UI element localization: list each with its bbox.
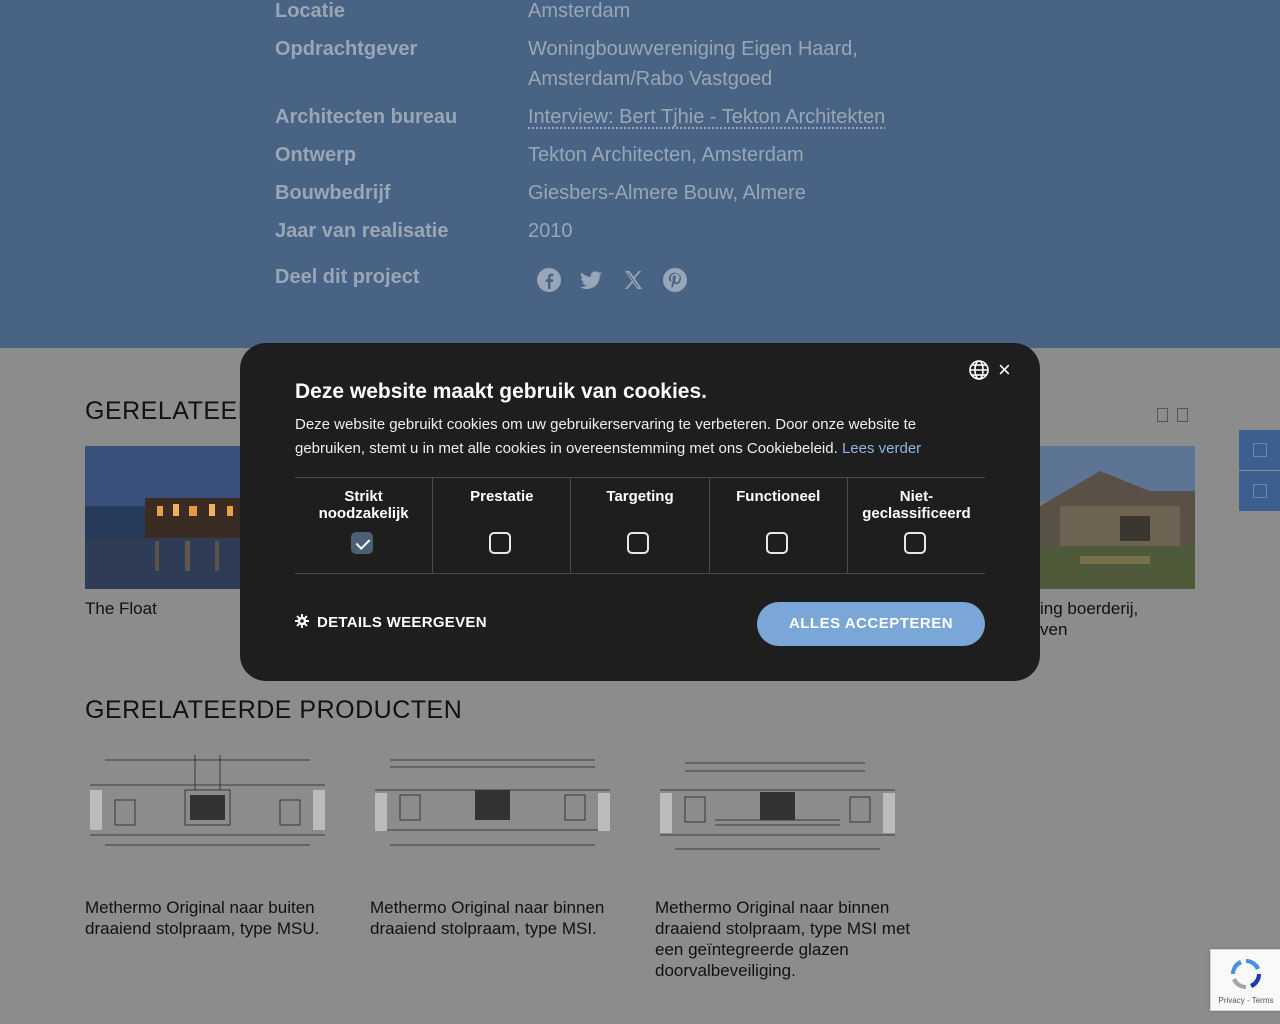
spec-label-bouwbedrijf: Bouwbedrijf <box>275 182 391 204</box>
product-drawing-msi[interactable] <box>370 745 615 870</box>
product-drawing-msu[interactable] <box>85 745 330 870</box>
carousel-prev-icon[interactable] <box>1157 408 1168 422</box>
spec-value-opdrachtgever: Woningbouwvereniging Eigen Haard, Amster… <box>528 38 858 90</box>
spec-label-share: Deel dit project <box>275 266 420 288</box>
product-name-msu[interactable]: Methermo Original naar buiten draaiend s… <box>85 897 345 939</box>
side-action-button-1[interactable] <box>1239 430 1280 470</box>
checkbox-niet-geclassificeerd[interactable] <box>903 532 926 554</box>
category-functioneel: Functioneel <box>708 478 847 573</box>
spec-label-architecten: Architecten bureau <box>275 106 458 128</box>
facebook-icon[interactable] <box>535 266 563 294</box>
spec-value-bouwbedrijf: Giesbers-Almere Bouw, Almere <box>528 182 806 204</box>
checkbox-functioneel[interactable] <box>765 532 788 554</box>
product-drawing-msi-glazen[interactable] <box>655 745 900 870</box>
project-thumb-the-float[interactable] <box>85 446 245 589</box>
accept-all-button[interactable]: ALLES ACCEPTEREN <box>757 602 985 646</box>
twitter-icon[interactable] <box>577 266 605 294</box>
spec-label-locatie: Locatie <box>275 0 346 22</box>
checkbox-targeting[interactable] <box>627 532 650 554</box>
square-icon <box>1253 443 1267 457</box>
gear-icon <box>295 614 309 628</box>
related-projects-title: GERELATEER <box>85 397 257 425</box>
project-info-panel: Locatie Amsterdam Opdrachtgever Woningbo… <box>0 0 1280 348</box>
details-button[interactable]: DETAILS WEERGEVEN <box>295 614 487 631</box>
project-title-boerderij[interactable]: ing boerderij, ven <box>1040 598 1138 640</box>
spec-label-ontwerp: Ontwerp <box>275 144 357 166</box>
related-products-title: GERELATEERDE PRODUCTEN <box>85 696 463 724</box>
carousel-next-icon[interactable] <box>1177 408 1188 422</box>
spec-label-opdrachtgever: Opdrachtgever <box>275 38 418 60</box>
cookie-description: Deze website gebruikt cookies om uw gebr… <box>295 416 922 457</box>
language-globe-icon[interactable] <box>968 359 990 381</box>
product-name-msi-glazen[interactable]: Methermo Original naar binnen draaiend s… <box>655 897 915 981</box>
square-icon <box>1253 484 1267 498</box>
cookie-title: Deze website maakt gebruik van cookies. <box>295 380 708 403</box>
spec-value-locatie: Amsterdam <box>528 0 631 22</box>
project-title-the-float[interactable]: The Float <box>85 598 157 619</box>
cookie-categories: Strikt noodzakelijk Prestatie Targeting … <box>295 477 985 574</box>
category-targeting: Targeting <box>570 478 708 573</box>
checkbox-prestatie[interactable] <box>489 532 512 554</box>
side-action-button-2[interactable] <box>1239 471 1280 511</box>
spec-value-jaar: 2010 <box>528 220 573 242</box>
spec-label-jaar: Jaar van realisatie <box>275 220 449 242</box>
category-strikt-noodzakelijk: Strikt noodzakelijk <box>295 478 432 573</box>
category-niet-geclassificeerd: Niet- geclassificeerd <box>846 478 985 573</box>
read-more-link[interactable]: Lees verder <box>842 440 921 457</box>
pinterest-icon[interactable] <box>661 266 689 294</box>
checkbox-strikt-noodzakelijk[interactable] <box>351 532 373 554</box>
x-icon[interactable] <box>619 266 647 294</box>
project-thumb-boerderij[interactable] <box>1040 446 1195 589</box>
architect-interview-link[interactable]: Interview: Bert Tjhie - Tekton Architekt… <box>528 102 885 132</box>
cookie-consent-dialog: × Deze website maakt gebruik van cookies… <box>240 343 1040 681</box>
recaptcha-links[interactable]: Privacy - Terms <box>1211 996 1280 1005</box>
close-icon[interactable]: × <box>998 357 1011 383</box>
category-prestatie: Prestatie <box>432 478 570 573</box>
spec-value-ontwerp: Tekton Architecten, Amsterdam <box>528 144 804 166</box>
product-name-msi[interactable]: Methermo Original naar binnen draaiend s… <box>370 897 630 939</box>
recaptcha-badge[interactable]: Privacy - Terms <box>1210 949 1280 1011</box>
recaptcha-icon <box>1230 958 1262 990</box>
